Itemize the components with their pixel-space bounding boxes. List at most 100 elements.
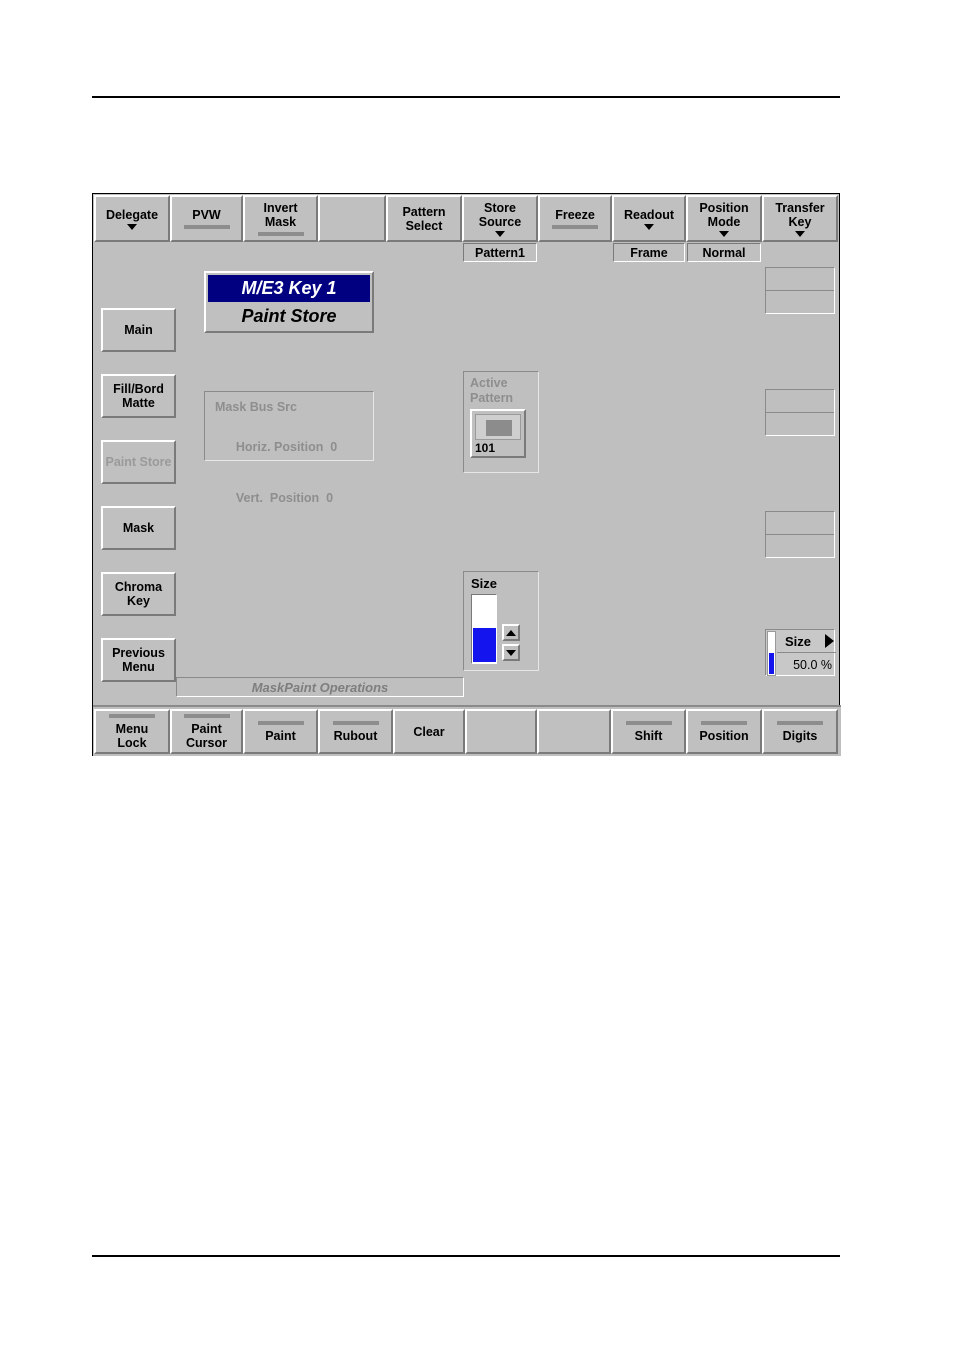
readout-store-source: Pattern1	[463, 243, 537, 262]
bottom-button-position[interactable]: Position	[686, 709, 762, 754]
active-pattern-button[interactable]: 101	[470, 409, 526, 458]
indicator-bar-icon	[625, 720, 672, 725]
top-button-store-source[interactable]: Store Source	[462, 195, 538, 242]
size-knob-value: 50.0 %	[793, 657, 832, 672]
bottom-button-clear[interactable]: Clear	[393, 709, 465, 754]
bottom-button-rubout[interactable]: Rubout	[318, 709, 393, 754]
bottom-button-menu-lock-label: Menu Lock	[115, 721, 149, 750]
left-button-paint-store-label: Paint Store	[105, 455, 172, 469]
top-button-readout[interactable]: Readout	[612, 195, 686, 242]
top-button-invert-mask-label: Invert Mask	[263, 201, 298, 229]
bottom-button-paint-label: Paint	[265, 728, 296, 743]
size-slider-fill	[473, 628, 496, 662]
bottom-button-menu-lock[interactable]: Menu Lock	[94, 709, 170, 754]
page-title-primary: M/E3 Key 1	[208, 275, 370, 302]
pattern-swatch-icon	[486, 420, 512, 436]
switcher-menu-panel: Delegate PVW Invert Mask Pattern Select …	[92, 193, 841, 756]
left-button-chroma-key[interactable]: Chroma Key	[101, 572, 176, 616]
top-button-pvw[interactable]: PVW	[170, 195, 243, 242]
left-button-fill-bord-matte-label: Fill/Bord Matte	[113, 382, 164, 410]
bottom-toolbar: Menu Lock Paint Cursor Paint Rubout Clea…	[93, 705, 841, 756]
bottom-button-blank-2[interactable]	[537, 709, 611, 754]
top-button-position-mode[interactable]: Position Mode	[686, 195, 762, 242]
bottom-button-shift[interactable]: Shift	[611, 709, 686, 754]
indicator-bar-icon	[183, 225, 230, 229]
active-pattern-label-line2: Pattern	[470, 391, 514, 405]
vert-position-value: 0	[326, 491, 334, 505]
bottom-button-rubout-label: Rubout	[333, 728, 378, 743]
bottom-button-digits-label: Digits	[782, 728, 818, 743]
page-rule-top	[92, 96, 840, 98]
bottom-button-blank-1[interactable]	[465, 709, 537, 754]
indicator-bar-icon	[257, 720, 304, 725]
left-button-main[interactable]: Main	[101, 308, 176, 352]
bottom-button-digits[interactable]: Digits	[762, 709, 838, 754]
vert-position-label: Vert. Position	[235, 491, 320, 505]
bottom-button-shift-label: Shift	[634, 728, 663, 743]
pattern-preview-window	[475, 414, 521, 440]
mask-bus-source-header: Mask Bus Src	[215, 400, 297, 414]
top-button-transfer-key-label: Transfer Key	[775, 200, 825, 229]
indicator-bar-icon	[332, 720, 379, 725]
left-button-main-label: Main	[124, 323, 153, 337]
menu-title-plate: M/E3 Key 1 Paint Store	[204, 271, 374, 333]
left-button-mask-label: Mask	[122, 521, 155, 535]
right-readout-3[interactable]	[765, 511, 835, 558]
chevron-down-icon	[719, 230, 729, 237]
top-button-blank-1[interactable]	[318, 195, 386, 242]
indicator-bar-icon	[552, 225, 598, 229]
top-button-invert-mask[interactable]: Invert Mask	[243, 195, 318, 242]
indicator-bar-icon	[257, 232, 304, 236]
right-readout-2[interactable]	[765, 389, 835, 436]
triangle-down-icon	[506, 649, 516, 656]
triangle-up-icon	[506, 629, 516, 636]
size-increment-button[interactable]	[502, 624, 520, 641]
top-button-delegate-label: Delegate	[105, 207, 159, 222]
mask-bus-source-info: Mask Bus Src Horiz. Position 0 Vert. Pos…	[204, 391, 374, 505]
active-pattern-label-line1: Active	[470, 376, 508, 390]
right-readout-2-label	[766, 390, 834, 413]
active-pattern-number: 101	[475, 441, 496, 455]
right-readout-1-value	[766, 291, 834, 314]
size-knob-fill	[769, 652, 774, 674]
size-knob-header: Size	[777, 630, 836, 653]
left-button-previous-menu[interactable]: Previous Menu	[101, 638, 176, 682]
horiz-position-value: 0	[330, 440, 338, 454]
top-button-readout-label: Readout	[624, 207, 674, 222]
left-button-paint-store[interactable]: Paint Store	[101, 440, 176, 484]
top-button-freeze-label: Freeze	[555, 208, 595, 222]
size-knob-label: Size	[785, 633, 812, 649]
left-button-previous-menu-label: Previous Menu	[112, 646, 165, 674]
operations-caption-bar: MaskPaint Operations	[176, 677, 464, 697]
top-button-delegate[interactable]: Delegate	[94, 195, 170, 242]
top-button-pattern-select-label: Pattern Select	[402, 204, 446, 233]
horiz-position-label: Horiz. Position	[235, 440, 324, 454]
size-slider-track[interactable]	[471, 594, 497, 664]
indicator-bar-icon	[701, 720, 747, 725]
bottom-button-position-label: Position	[699, 728, 749, 743]
readout-position-mode: Normal	[687, 243, 761, 262]
top-button-pattern-select[interactable]: Pattern Select	[386, 195, 462, 242]
bottom-button-paint-cursor[interactable]: Paint Cursor	[170, 709, 243, 754]
right-readout-2-value	[766, 413, 834, 436]
bottom-button-clear-label: Clear	[413, 724, 445, 739]
size-decrement-button[interactable]	[502, 644, 520, 661]
left-button-chroma-key-label: Chroma Key	[114, 580, 163, 608]
top-button-transfer-key[interactable]: Transfer Key	[762, 195, 838, 242]
size-slider-label: Size	[471, 576, 498, 591]
top-button-freeze[interactable]: Freeze	[538, 195, 612, 242]
right-readout-1[interactable]	[765, 267, 835, 314]
readout-readout-mode: Frame	[613, 243, 685, 262]
chevron-down-icon	[795, 230, 805, 237]
chevron-down-icon	[127, 223, 137, 230]
size-slider-group: Size	[463, 571, 539, 671]
bottom-button-paint[interactable]: Paint	[243, 709, 318, 754]
page-title-secondary: Paint Store	[241, 306, 337, 326]
left-button-mask[interactable]: Mask	[101, 506, 176, 550]
top-toolbar: Delegate PVW Invert Mask Pattern Select …	[93, 194, 841, 243]
left-button-fill-bord-matte[interactable]: Fill/Bord Matte	[101, 374, 176, 418]
top-button-position-mode-label: Position Mode	[699, 200, 749, 229]
indicator-bar-icon	[183, 713, 230, 718]
size-soft-knob-readout[interactable]: Size 50.0 %	[765, 629, 836, 676]
indicator-bar-icon	[777, 720, 823, 725]
